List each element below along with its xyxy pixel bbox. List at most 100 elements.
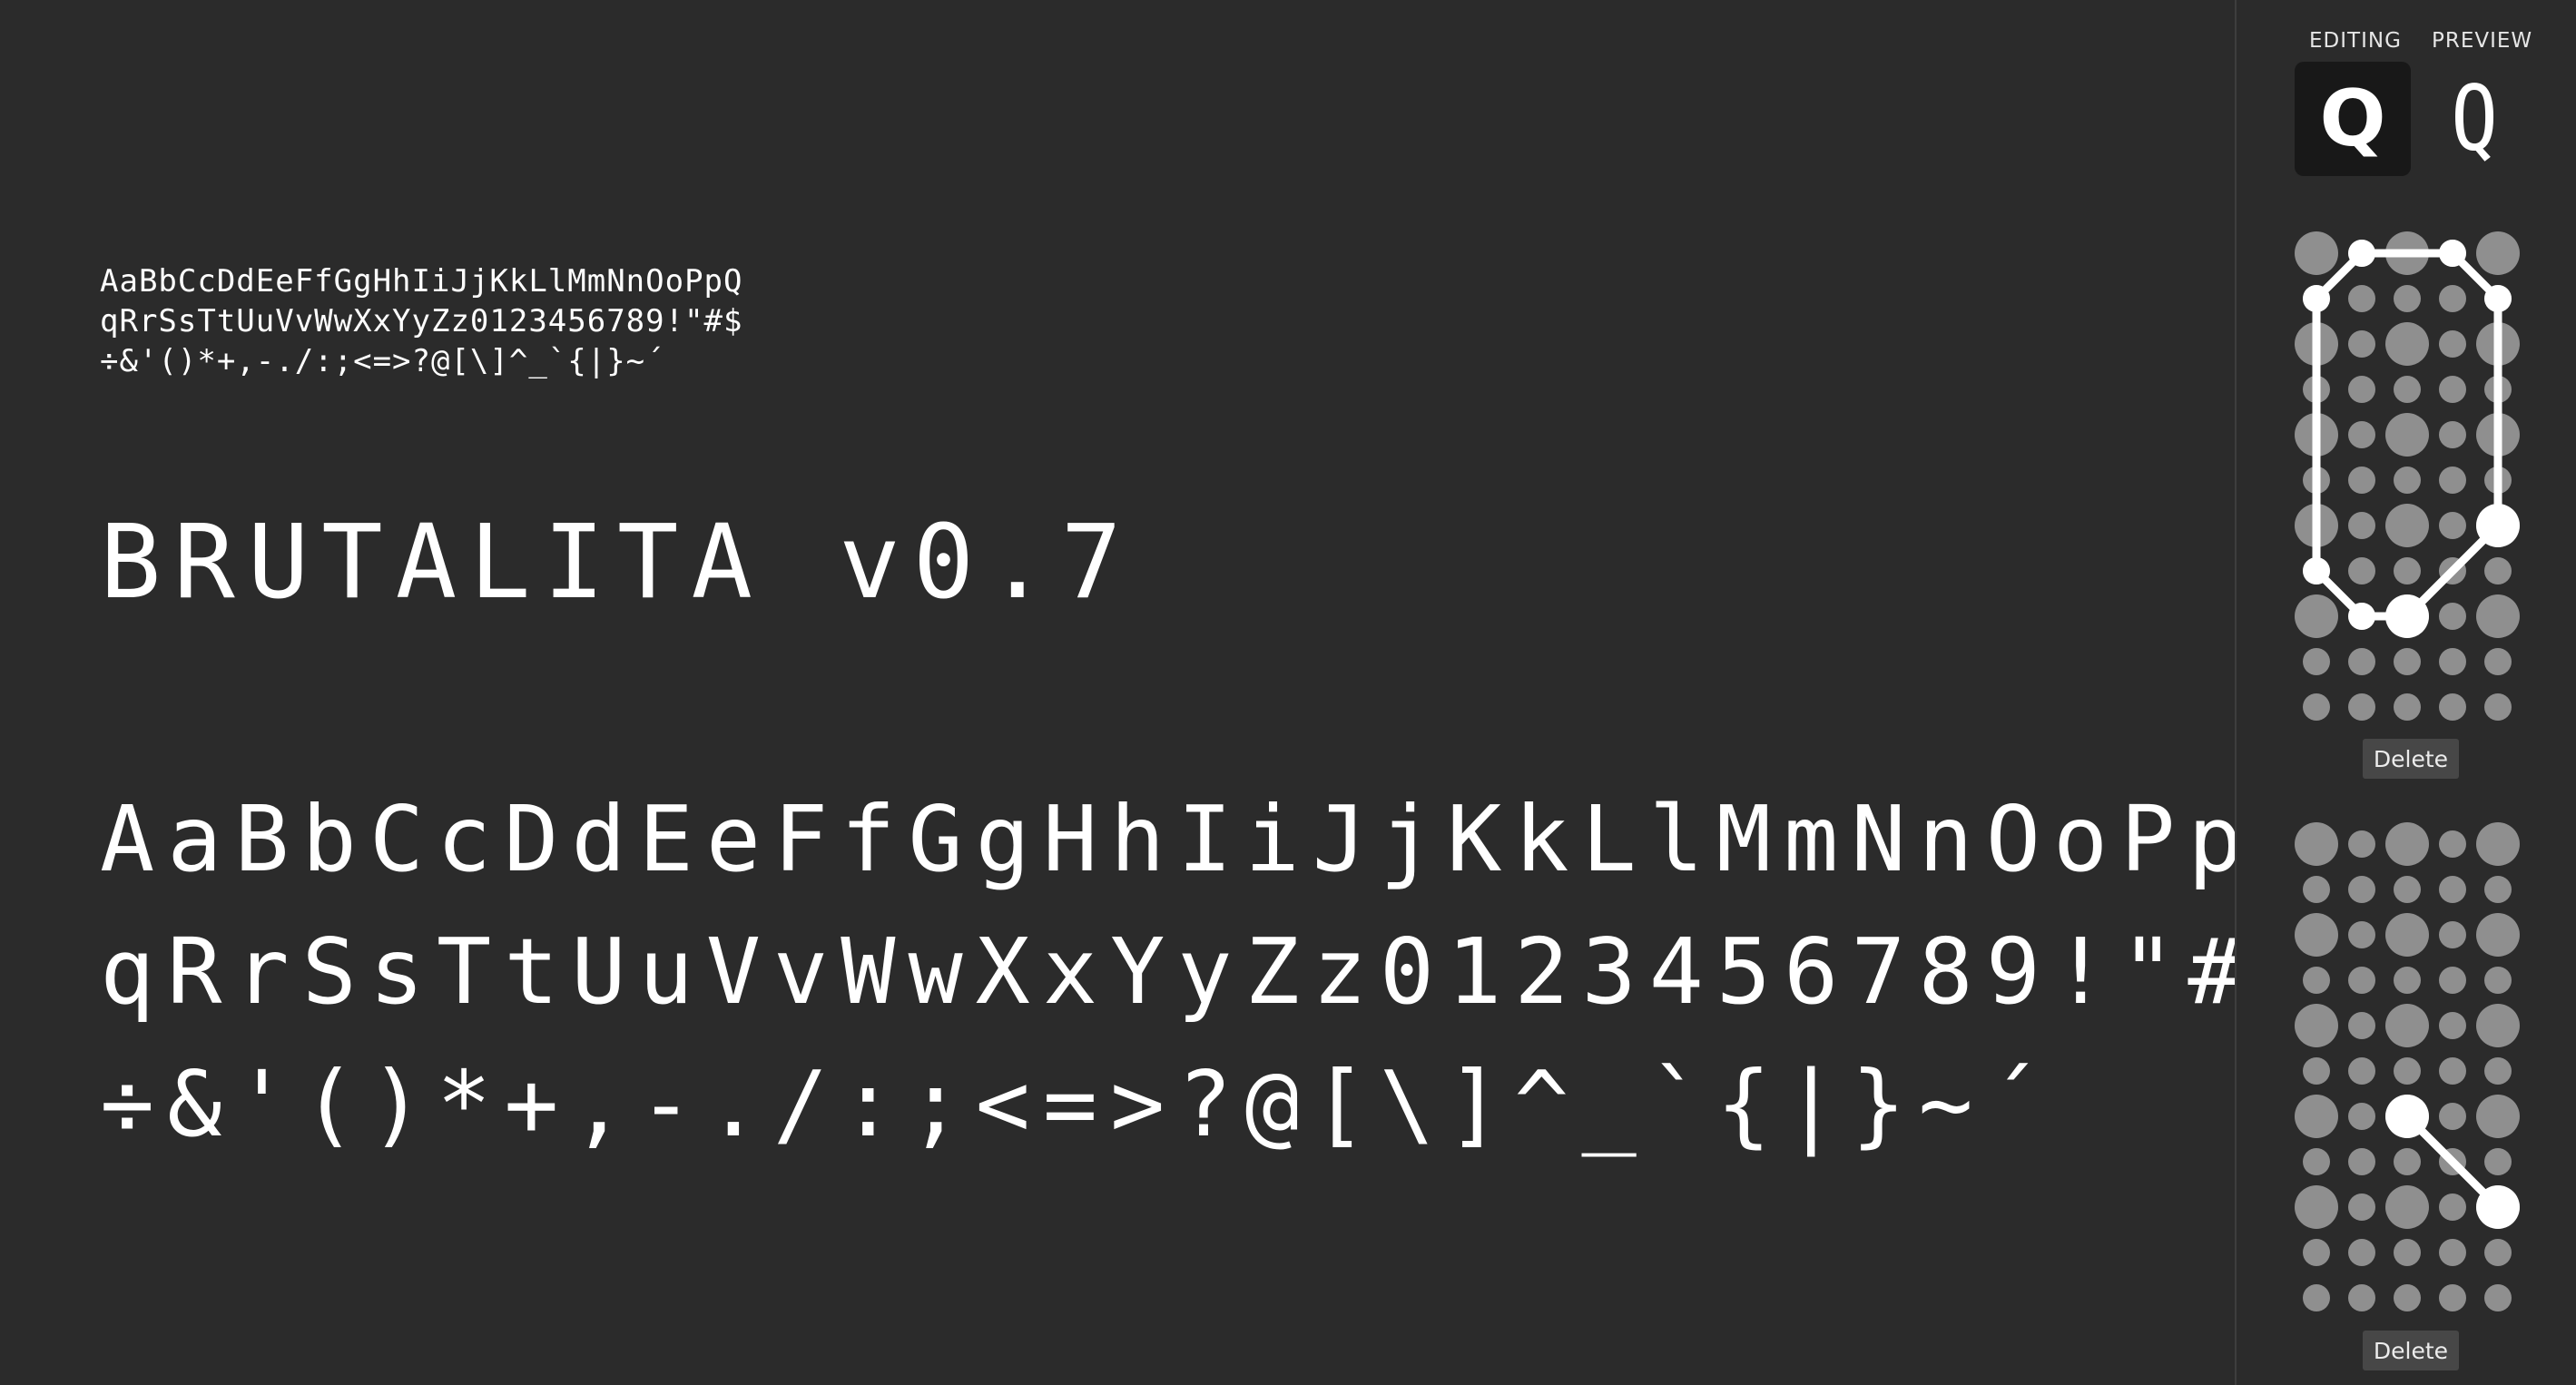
grid-dot[interactable] — [2394, 967, 2421, 994]
grid-dot[interactable] — [2439, 648, 2466, 675]
grid-dot[interactable] — [2295, 1004, 2338, 1047]
grid-dot[interactable] — [2394, 648, 2421, 675]
stroke-grid-1[interactable] — [2295, 231, 2527, 740]
grid-dot[interactable] — [2484, 876, 2512, 903]
stroke-point-handle[interactable] — [2476, 504, 2520, 547]
grid-dot[interactable] — [2295, 1095, 2338, 1138]
grid-dot[interactable] — [2295, 594, 2338, 638]
grid-dot[interactable] — [2348, 421, 2375, 448]
grid-dot[interactable] — [2394, 285, 2421, 312]
delete-stroke-1-button[interactable]: Delete — [2363, 739, 2459, 779]
grid-dot[interactable] — [2439, 693, 2466, 721]
grid-dot[interactable] — [2394, 467, 2421, 494]
grid-dot[interactable] — [2439, 1239, 2466, 1266]
grid-dot[interactable] — [2476, 1095, 2520, 1138]
stroke-point-handle[interactable] — [2385, 1095, 2429, 1138]
grid-dot[interactable] — [2348, 693, 2375, 721]
grid-dot[interactable] — [2348, 1239, 2375, 1266]
grid-dot[interactable] — [2385, 822, 2429, 866]
grid-dot[interactable] — [2348, 1057, 2375, 1085]
editing-glyph[interactable]: Q — [2295, 62, 2411, 176]
grid-dot[interactable] — [2476, 822, 2520, 866]
grid-dot[interactable] — [2476, 1004, 2520, 1047]
grid-dot[interactable] — [2394, 1284, 2421, 1311]
grid-dot[interactable] — [2303, 1057, 2330, 1085]
grid-dot[interactable] — [2484, 1057, 2512, 1085]
grid-dot[interactable] — [2394, 376, 2421, 403]
grid-dot[interactable] — [2439, 376, 2466, 403]
stroke-point-handle[interactable] — [2484, 285, 2512, 312]
grid-dot[interactable] — [2394, 876, 2421, 903]
grid-dot[interactable] — [2385, 413, 2429, 457]
grid-dot[interactable] — [2439, 876, 2466, 903]
grid-dot[interactable] — [2439, 1193, 2466, 1221]
grid-dot[interactable] — [2394, 693, 2421, 721]
grid-dot[interactable] — [2348, 1148, 2375, 1175]
grid-dot[interactable] — [2348, 921, 2375, 948]
grid-dot[interactable] — [2303, 648, 2330, 675]
grid-dot[interactable] — [2348, 1012, 2375, 1039]
stroke-point-handle[interactable] — [2303, 557, 2330, 584]
grid-dot[interactable] — [2484, 967, 2512, 994]
grid-dot[interactable] — [2348, 376, 2375, 403]
stroke-point-handle[interactable] — [2348, 603, 2375, 630]
grid-dot[interactable] — [2348, 512, 2375, 539]
grid-dot[interactable] — [2439, 603, 2466, 630]
grid-dot[interactable] — [2439, 512, 2466, 539]
grid-dot[interactable] — [2295, 913, 2338, 957]
grid-dot[interactable] — [2484, 557, 2512, 584]
grid-dot[interactable] — [2303, 693, 2330, 721]
grid-dot[interactable] — [2476, 231, 2520, 275]
grid-dot[interactable] — [2394, 1239, 2421, 1266]
grid-dot[interactable] — [2394, 557, 2421, 584]
grid-dot[interactable] — [2439, 1057, 2466, 1085]
grid-dot[interactable] — [2439, 285, 2466, 312]
grid-dot[interactable] — [2385, 1185, 2429, 1229]
grid-dot[interactable] — [2348, 557, 2375, 584]
grid-dot[interactable] — [2348, 330, 2375, 358]
tab-preview[interactable]: PREVIEW — [2432, 29, 2532, 53]
grid-dot[interactable] — [2303, 1284, 2330, 1311]
grid-dot[interactable] — [2484, 1239, 2512, 1266]
grid-dot[interactable] — [2476, 913, 2520, 957]
stroke-grid-2[interactable] — [2295, 822, 2527, 1331]
stroke-point-handle[interactable] — [2348, 240, 2375, 267]
stroke-point-handle[interactable] — [2476, 1185, 2520, 1229]
grid-dot[interactable] — [2348, 1284, 2375, 1311]
grid-dot[interactable] — [2348, 876, 2375, 903]
grid-dot[interactable] — [2439, 1012, 2466, 1039]
grid-dot[interactable] — [2394, 1057, 2421, 1085]
grid-dot[interactable] — [2385, 322, 2429, 366]
grid-dot[interactable] — [2439, 421, 2466, 448]
grid-dot[interactable] — [2348, 467, 2375, 494]
grid-dot[interactable] — [2348, 285, 2375, 312]
grid-dot[interactable] — [2439, 330, 2466, 358]
grid-dot[interactable] — [2439, 830, 2466, 858]
grid-dot[interactable] — [2295, 231, 2338, 275]
grid-dot[interactable] — [2439, 967, 2466, 994]
grid-dot[interactable] — [2394, 1148, 2421, 1175]
grid-dot[interactable] — [2303, 967, 2330, 994]
grid-dot[interactable] — [2385, 913, 2429, 957]
grid-dot[interactable] — [2385, 1004, 2429, 1047]
grid-dot[interactable] — [2303, 1239, 2330, 1266]
grid-dot[interactable] — [2484, 648, 2512, 675]
grid-dot[interactable] — [2439, 1284, 2466, 1311]
delete-stroke-2-button[interactable]: Delete — [2363, 1331, 2459, 1370]
grid-dot[interactable] — [2439, 1103, 2466, 1130]
grid-dot[interactable] — [2348, 1193, 2375, 1221]
grid-dot[interactable] — [2303, 876, 2330, 903]
grid-dot[interactable] — [2295, 822, 2338, 866]
grid-dot[interactable] — [2439, 921, 2466, 948]
grid-dot[interactable] — [2484, 1148, 2512, 1175]
tab-editing[interactable]: EDITING — [2309, 29, 2402, 53]
grid-dot[interactable] — [2348, 1103, 2375, 1130]
grid-dot[interactable] — [2348, 830, 2375, 858]
grid-dot[interactable] — [2348, 967, 2375, 994]
grid-dot[interactable] — [2295, 1185, 2338, 1229]
grid-dot[interactable] — [2484, 1284, 2512, 1311]
grid-dot[interactable] — [2439, 467, 2466, 494]
stroke-point-handle[interactable] — [2385, 594, 2429, 638]
grid-dot[interactable] — [2484, 693, 2512, 721]
grid-dot[interactable] — [2385, 504, 2429, 547]
